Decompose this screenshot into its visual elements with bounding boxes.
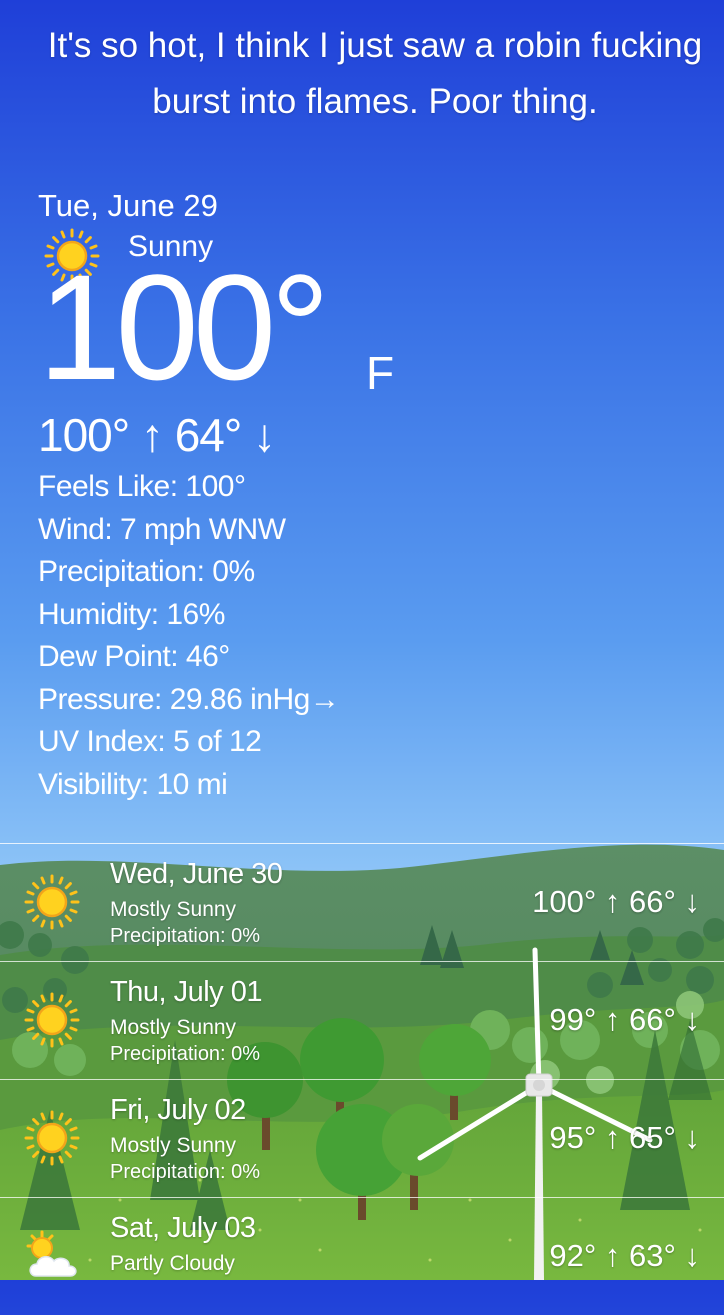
forecast-condition: Mostly Sunny — [110, 898, 237, 921]
daily-forecast-list[interactable]: Wed, June 30 Mostly Sunny Precipitation:… — [0, 844, 724, 1315]
forecast-date: Wed, June 30 — [110, 858, 283, 890]
dew-point: Dew Point: 46° — [38, 640, 230, 673]
precipitation: Precipitation: 0% — [38, 555, 255, 588]
headline-quote: It's so hot, I think I just saw a robin … — [47, 26, 703, 121]
sun-icon — [24, 874, 80, 930]
current-temperature: 100° — [38, 243, 330, 411]
visibility: Visibility: 10 mi — [38, 767, 228, 801]
forecast-row[interactable]: Sat, July 03 Partly Cloudy 92° ↑ 63° ↓ — [0, 1198, 724, 1315]
sun-icon — [24, 992, 80, 1048]
forecast-condition: Mostly Sunny — [110, 1134, 237, 1157]
forecast-date: Fri, July 02 — [110, 1094, 246, 1126]
forecast-precipitation: Precipitation: 0% — [110, 1161, 261, 1183]
humidity: Humidity: 16% — [38, 597, 225, 631]
forecast-high-low: 95° ↑ 65° ↓ — [549, 1120, 700, 1155]
forecast-row[interactable]: Fri, July 02 Mostly Sunny Precipitation:… — [0, 1080, 724, 1198]
current-conditions: Tue, June 29 Sunny 100° F 100° ↑ 64° ↓ F… — [38, 186, 678, 806]
forecast-condition: Partly Cloudy — [110, 1252, 235, 1275]
forecast-high-low: 100° ↑ 66° ↓ — [532, 884, 700, 919]
forecast-row[interactable]: Wed, June 30 Mostly Sunny Precipitation:… — [0, 844, 724, 962]
feels-like: Feels Like: 100° — [38, 470, 246, 503]
temperature-unit: F — [366, 347, 395, 399]
forecast-precipitation: Precipitation: 0% — [110, 1043, 261, 1065]
forecast-precipitation: Precipitation: 0% — [110, 925, 261, 947]
pressure: Pressure: 29.86 inHg→ — [38, 682, 340, 716]
partly-cloudy-icon — [26, 1230, 77, 1277]
forecast-date: Sat, July 03 — [110, 1212, 256, 1244]
forecast-row[interactable]: Thu, July 01 Mostly Sunny Precipitation:… — [0, 962, 724, 1080]
today-high-low: 100° ↑ 64° ↓ — [38, 409, 276, 461]
current-date: Tue, June 29 — [38, 188, 218, 223]
uv-index: UV Index: 5 of 12 — [38, 725, 262, 758]
forecast-high-low: 92° ↑ 63° ↓ — [549, 1238, 700, 1273]
wind: Wind: 7 mph WNW — [38, 512, 286, 546]
sun-icon — [24, 1110, 80, 1166]
forecast-high-low: 99° ↑ 66° ↓ — [549, 1002, 700, 1037]
forecast-date: Thu, July 01 — [110, 976, 262, 1008]
weather-details: Feels Like: 100° Wind: 7 mph WNW Precipi… — [38, 466, 678, 806]
forecast-condition: Mostly Sunny — [110, 1016, 237, 1039]
